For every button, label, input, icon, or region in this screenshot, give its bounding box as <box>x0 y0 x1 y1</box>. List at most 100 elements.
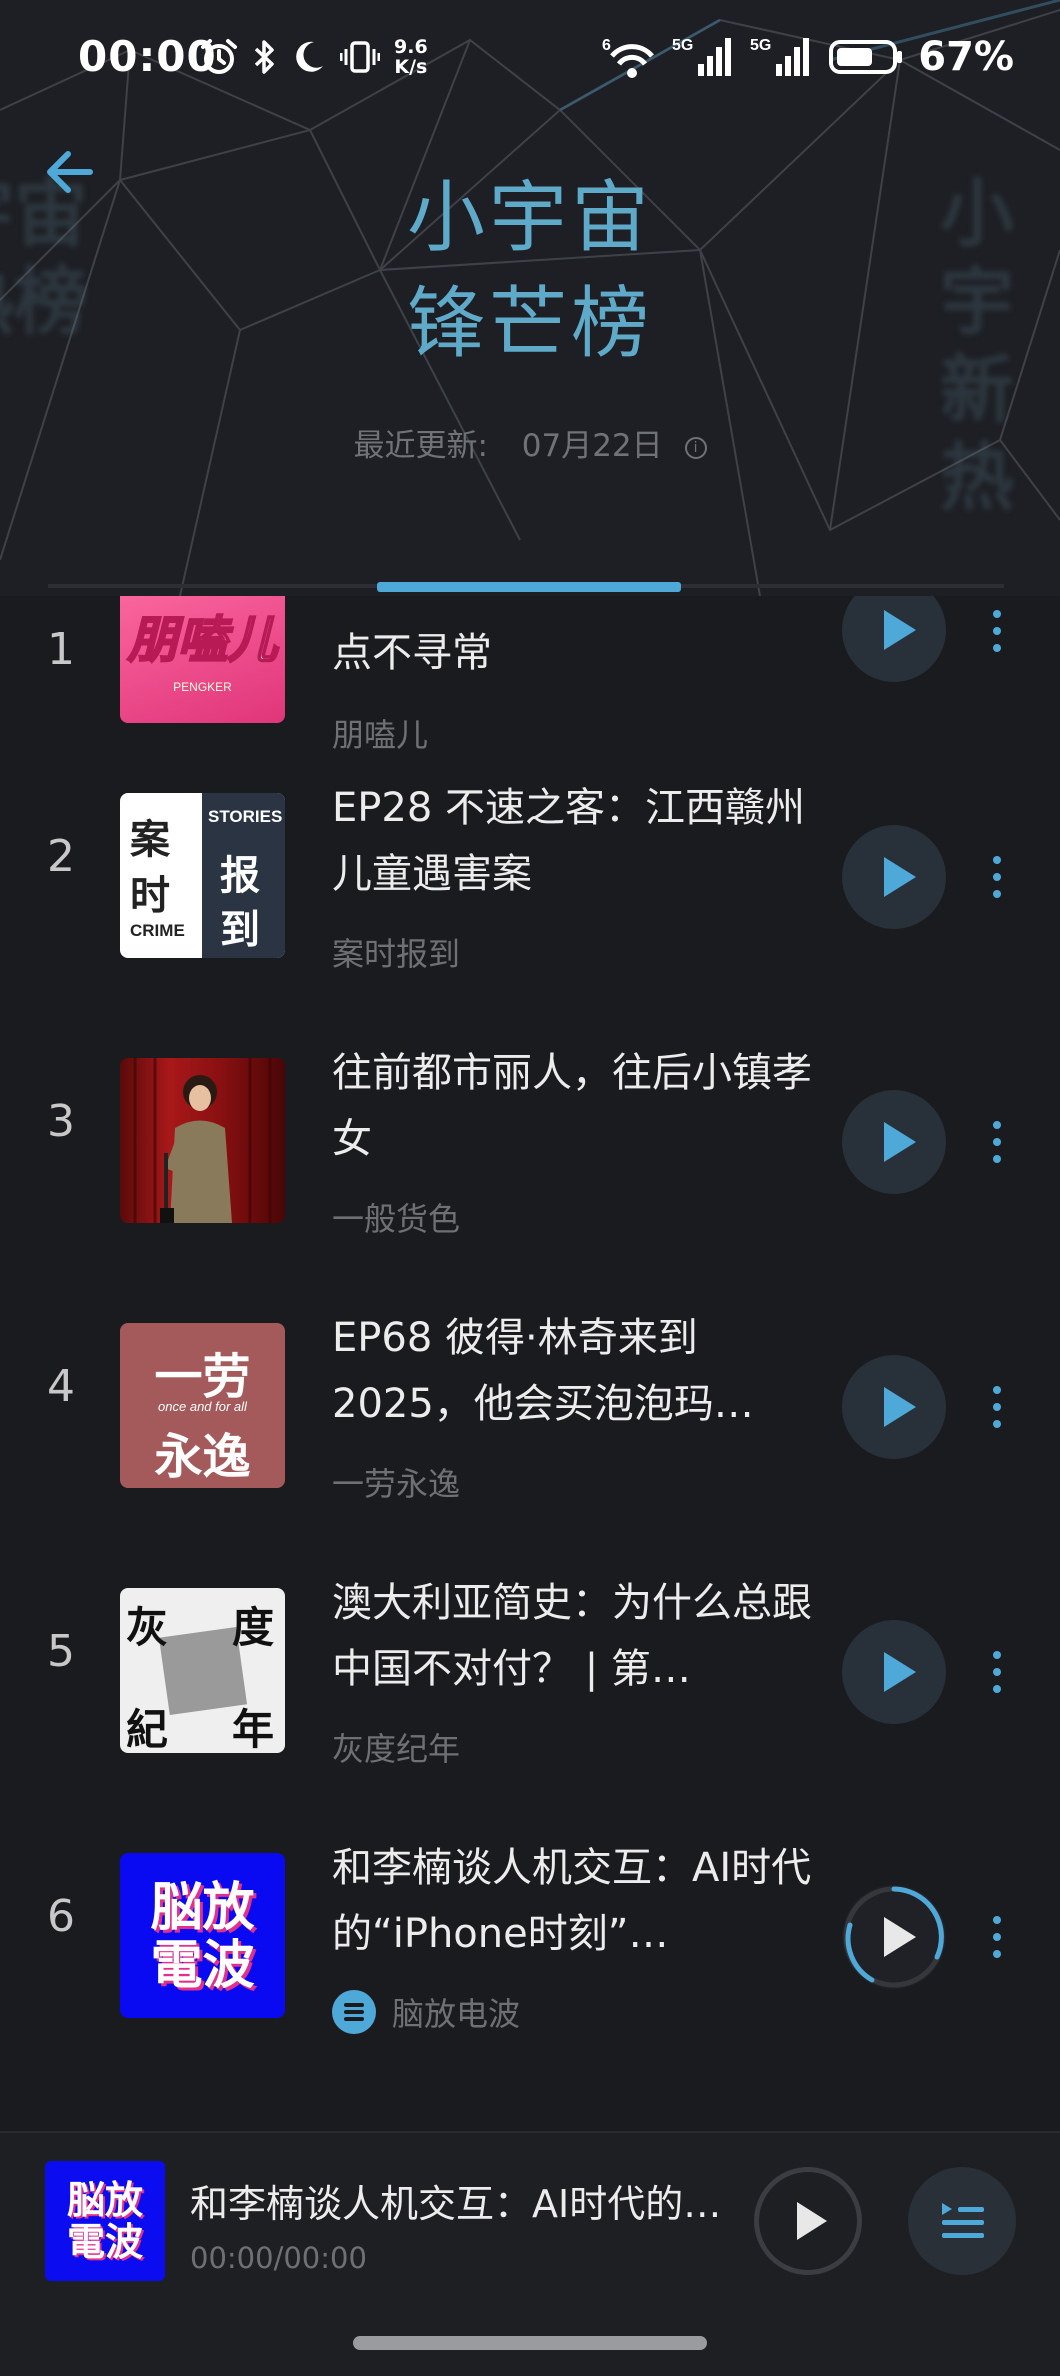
cover-char: 紀 <box>126 1705 169 1753</box>
player-cover-title: 電波 <box>66 2220 143 2264</box>
cover-char: 度 <box>232 1603 275 1652</box>
play-button[interactable] <box>842 1620 946 1724</box>
cover-subtitle: once and for all <box>158 1399 247 1414</box>
podcast-name[interactable]: 脑放电波 <box>332 1989 520 2035</box>
podcast-name-text: 脑放电波 <box>392 1995 521 2033</box>
podcast-name[interactable]: 一般货色 <box>332 1194 460 1240</box>
cover-char: 时 <box>130 872 170 919</box>
cover-title: 一劳 <box>154 1349 251 1405</box>
play-icon <box>884 1387 916 1427</box>
player-cover-title: 脳放 <box>66 2178 143 2222</box>
cover-title: 永逸 <box>154 1429 251 1485</box>
cover-art[interactable]: 案 时 CRIME STORIES 报 到 <box>120 793 285 958</box>
more-options-icon[interactable] <box>985 606 1009 656</box>
update-label: 最近更新: <box>353 428 488 464</box>
performer-photo <box>133 1058 272 1223</box>
update-date: 07月22日 <box>521 428 663 464</box>
cover-label: CRIME <box>130 921 185 940</box>
cover-art[interactable]: 朋嗑儿 PENGKER <box>120 596 285 723</box>
more-options-icon[interactable] <box>985 1912 1009 1962</box>
page-title-line1: 小宇宙 <box>406 173 653 263</box>
cover-title: 朋嗑儿 <box>127 610 279 670</box>
now-playing-title[interactable]: 和李楠谈人机交互：AI时代的… <box>190 2173 730 2228</box>
home-indicator[interactable] <box>353 2336 707 2350</box>
cover-label: STORIES <box>208 807 283 826</box>
play-button[interactable] <box>842 596 946 682</box>
rank-number: 3 <box>47 1096 75 1147</box>
play-icon <box>797 2202 827 2240</box>
status-icons-right: 6 5G 5G 67% <box>602 30 1014 84</box>
podcast-name[interactable]: 案时报到 <box>332 929 460 975</box>
play-button[interactable] <box>842 825 946 929</box>
cover-char: 年 <box>232 1705 275 1753</box>
playlist-button[interactable] <box>908 2167 1016 2275</box>
play-icon <box>884 1122 916 1162</box>
play-icon <box>884 857 916 897</box>
podcast-name[interactable]: 灰度纪年 <box>332 1724 460 1770</box>
rank-number: 1 <box>47 624 75 675</box>
cover-char: 案 <box>130 816 170 863</box>
cover-art[interactable]: 一劳 once and for all 永逸 <box>120 1323 285 1488</box>
bluetooth-icon <box>254 40 274 74</box>
more-options-icon[interactable] <box>985 852 1009 902</box>
podcast-name[interactable]: 一劳永逸 <box>332 1459 460 1505</box>
tab-indicator <box>377 582 681 592</box>
play-button-loading[interactable] <box>842 1885 946 1989</box>
page-title-line2: 锋芒榜 <box>406 279 653 369</box>
cover-art[interactable] <box>120 1058 285 1223</box>
more-options-icon[interactable] <box>985 1382 1009 1432</box>
sim1-label: 5G <box>672 37 693 54</box>
cover-title: 脳放 <box>150 1878 255 1938</box>
list-badge-icon <box>332 1990 376 2034</box>
list-item[interactable]: 2 案 时 CRIME STORIES 报 到 EP28 不速之客：江西赣州儿童… <box>0 775 1060 1040</box>
signal-sim2-icon: 5G <box>750 37 810 76</box>
play-icon <box>884 1652 916 1692</box>
player-play-button[interactable] <box>754 2167 862 2275</box>
episode-title[interactable]: 和李楠谈人机交互：AI时代的“iPhone时刻”… <box>332 1835 822 1967</box>
cover-art[interactable]: 脳放 電波 <box>120 1853 285 2018</box>
player-cover-art[interactable]: 脳放 電波 <box>45 2161 165 2281</box>
update-info: 最近更新: 07月22日 i <box>0 420 1060 465</box>
cover-char: 到 <box>220 906 260 953</box>
battery-icon <box>829 40 903 74</box>
cover-art[interactable]: 灰 度 紀 年 <box>120 1588 285 1753</box>
rank-number: 2 <box>47 831 75 882</box>
cover-char: 灰 <box>126 1603 169 1652</box>
status-icons-left: 9.6 K/s <box>200 32 428 82</box>
status-bar: 00:00 9.6 K/s 6 5G 5G 67% <box>0 22 1060 94</box>
episode-title[interactable]: 澳大利亚简史：为什么总跟中国不对付？ | 第… <box>332 1570 822 1702</box>
info-icon[interactable]: i <box>684 436 707 459</box>
list-item[interactable]: 1 朋嗑儿 PENGKER 点不寻常 朋嗑儿 <box>0 596 1060 775</box>
list-item[interactable]: 5 灰 度 紀 年 澳大利亚简史：为什么总跟中国不对付？ | 第… 灰度纪年 <box>0 1570 1060 1835</box>
wifi-icon: 6 <box>602 37 655 78</box>
cover-char: 报 <box>220 852 260 899</box>
rank-number: 4 <box>47 1361 75 1412</box>
podcast-name[interactable]: 朋嗑儿 <box>332 710 428 756</box>
alarm-icon <box>201 39 237 74</box>
page-title: 小宇宙 锋芒榜 <box>0 165 1060 377</box>
episode-title[interactable]: EP68 彼得·林奇来到2025，他会买泡泡玛… <box>332 1305 822 1437</box>
episode-title[interactable]: 点不寻常 <box>332 620 822 686</box>
episode-title[interactable]: EP28 不速之客：江西赣州儿童遇害案 <box>332 775 822 907</box>
more-options-icon[interactable] <box>985 1647 1009 1697</box>
play-button[interactable] <box>842 1090 946 1194</box>
list-item[interactable]: 6 脳放 電波 和李楠谈人机交互：AI时代的“iPhone时刻”… 脑放电波 <box>0 1835 1060 2100</box>
play-button[interactable] <box>842 1355 946 1459</box>
episode-list: 1 朋嗑儿 PENGKER 点不寻常 朋嗑儿 2 案 时 CRIME STORI… <box>0 596 1060 2132</box>
cover-title: 電波 <box>150 1936 255 1996</box>
playlist-icon <box>942 2203 984 2238</box>
loading-play-icon <box>843 1886 945 1988</box>
wifi-badge: 6 <box>602 37 611 54</box>
screen: 宇宙 热榜 小宇 新热 00:00 <box>0 0 1060 2376</box>
mini-player[interactable]: 脳放 電波 和李楠谈人机交互：AI时代的… 00:00/00:00 <box>0 2131 1060 2376</box>
more-options-icon[interactable] <box>985 1117 1009 1167</box>
signal-sim1-icon: 5G <box>672 37 732 76</box>
cover-subtitle: PENGKER <box>173 680 232 694</box>
moon-icon <box>296 41 323 72</box>
list-item[interactable]: 4 一劳 once and for all 永逸 EP68 彼得·林奇来到202… <box>0 1305 1060 1570</box>
episode-title[interactable]: 往前都市丽人，往后小镇孝女 <box>332 1040 822 1172</box>
rank-number: 5 <box>47 1626 75 1677</box>
ranking-header: 宇宙 热榜 小宇 新热 00:00 <box>0 0 1060 596</box>
battery-percent: 67% <box>918 34 1014 80</box>
list-item[interactable]: 3 往前都市丽人，往后小镇孝女 一般货色 <box>0 1040 1060 1305</box>
